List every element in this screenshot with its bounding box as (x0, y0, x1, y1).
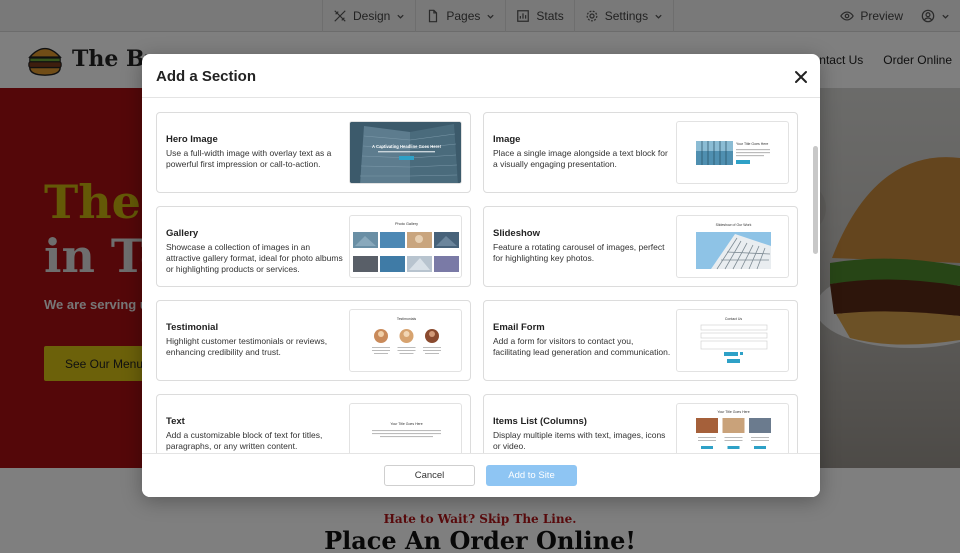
email-form-preview-title: Contact Us (725, 317, 743, 321)
gallery-preview-title: Photo Gallery (395, 222, 418, 226)
section-option-description: Use a full-width image with overlay text… (166, 148, 332, 169)
section-option-title: Email Form (493, 322, 545, 333)
image-preview-title: Your Title Goes Here (736, 142, 768, 146)
section-option-description: Place a single image alongside a text bl… (493, 148, 668, 169)
section-options-list: Hero Image Use a full-width image with o… (142, 99, 820, 453)
section-option-items-list[interactable]: Items List (Columns) Display multiple it… (483, 394, 798, 453)
section-option-description: Showcase a collection of images in an at… (166, 242, 343, 274)
hero-image-preview: A Captivating Headline Goes Here! (349, 121, 462, 184)
section-option-title: Items List (Columns) (493, 416, 587, 427)
section-option-description: Add a customizable block of text for tit… (166, 430, 323, 451)
section-option-description: Highlight customer testimonials or revie… (166, 336, 328, 357)
text-section-preview: Your Title Goes Here (349, 403, 462, 453)
text-preview-title: Your Title Goes Here (390, 422, 422, 426)
slideshow-preview: Slideshow of Our Work (676, 215, 789, 278)
section-option-gallery[interactable]: Gallery Showcase a collection of images … (156, 206, 471, 287)
section-option-text[interactable]: Text Add a customizable block of text fo… (156, 394, 471, 453)
section-option-title: Testimonial (166, 322, 219, 333)
section-option-testimonial[interactable]: Testimonial Highlight customer testimoni… (156, 300, 471, 381)
section-option-slideshow[interactable]: Slideshow Feature a rotating carousel of… (483, 206, 798, 287)
dialog-header: Add a Section (142, 54, 820, 98)
section-option-hero-image[interactable]: Hero Image Use a full-width image with o… (156, 112, 471, 193)
section-option-description: Feature a rotating carousel of images, p… (493, 242, 665, 263)
dialog-footer: Cancel Add to Site (142, 453, 820, 497)
dialog-scrollbar[interactable] (813, 146, 818, 254)
section-option-title: Text (166, 416, 185, 427)
section-option-title: Slideshow (493, 228, 540, 239)
dialog-title: Add a Section (156, 68, 257, 85)
close-icon[interactable] (794, 70, 808, 84)
section-option-title: Image (493, 134, 521, 145)
email-form-preview: Contact Us (676, 309, 789, 372)
add-to-site-button[interactable]: Add to Site (486, 465, 577, 486)
items-list-preview: Your Title Goes Here (676, 403, 789, 453)
section-option-description: Display multiple items with text, images… (493, 430, 666, 451)
section-option-image[interactable]: Image Place a single image alongside a t… (483, 112, 798, 193)
slideshow-preview-title: Slideshow of Our Work (716, 223, 752, 227)
testimonial-preview: Testimonials (349, 309, 462, 372)
items-list-preview-title: Your Title Goes Here (717, 410, 749, 414)
section-option-title: Hero Image (166, 134, 218, 145)
section-option-title: Gallery (166, 228, 199, 239)
section-option-email-form[interactable]: Email Form Add a form for visitors to co… (483, 300, 798, 381)
gallery-preview: Photo Gallery (349, 215, 462, 278)
hero-preview-headline: A Captivating Headline Goes Here! (372, 144, 441, 149)
cancel-button[interactable]: Cancel (384, 465, 475, 486)
testimonial-preview-title: Testimonials (397, 317, 417, 321)
add-section-dialog: Add a Section Hero Image Use a full-widt… (142, 54, 820, 497)
image-section-preview: Your Title Goes Here (676, 121, 789, 184)
section-option-description: Add a form for visitors to contact you, … (493, 336, 671, 357)
